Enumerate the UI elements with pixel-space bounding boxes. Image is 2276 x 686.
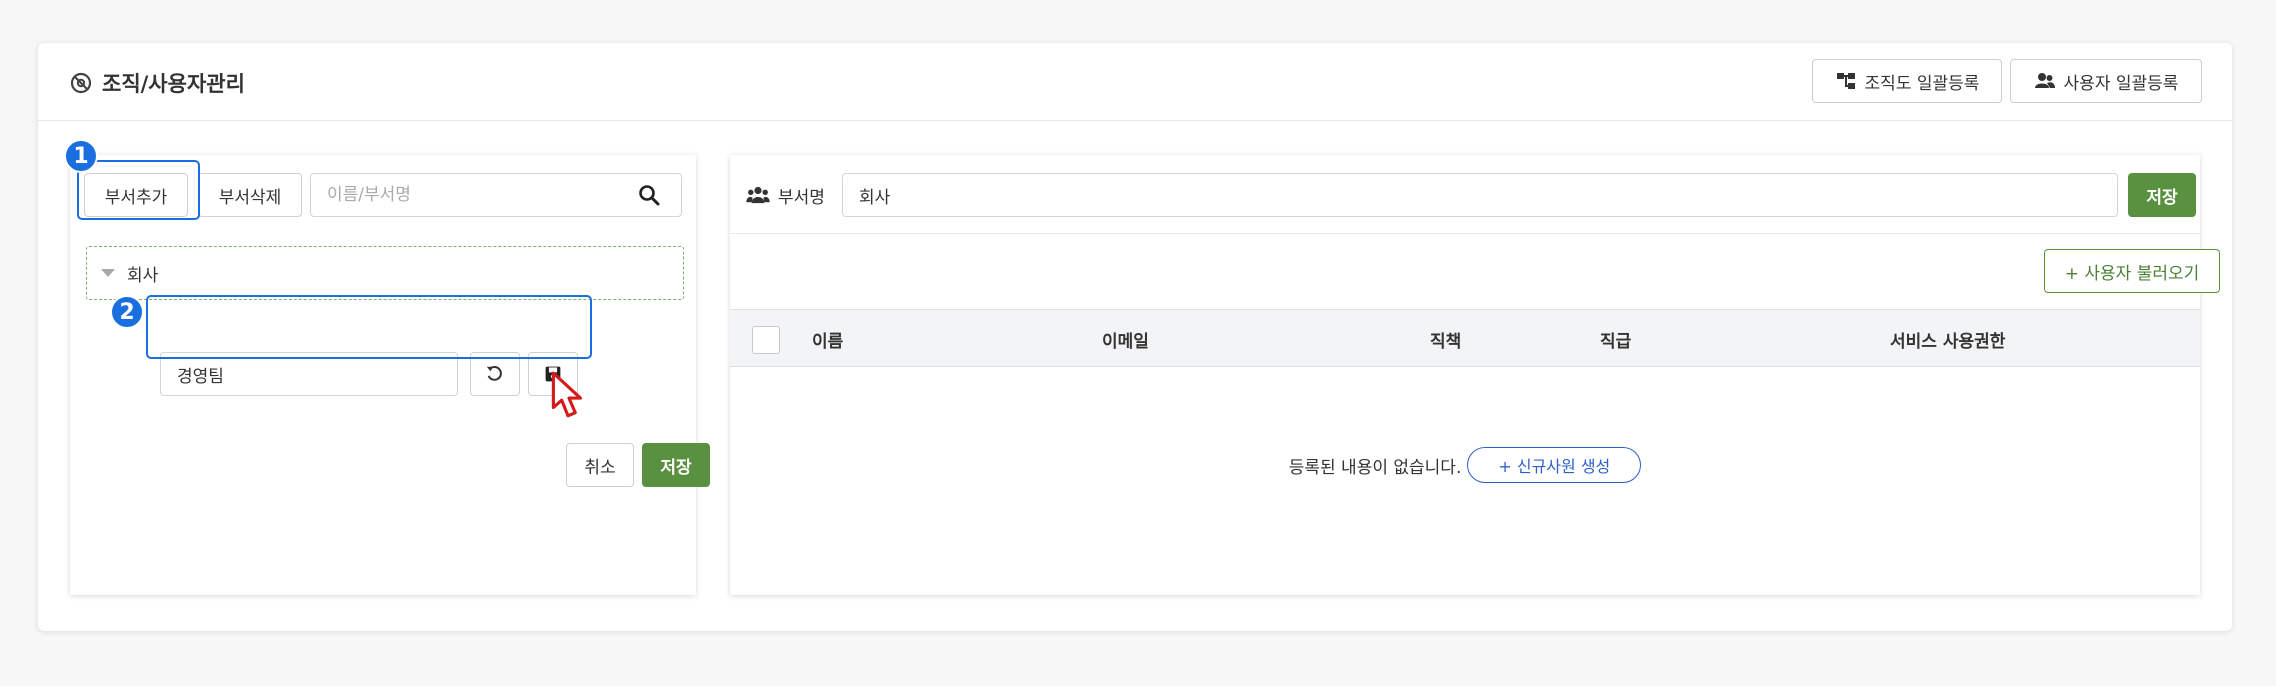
reset-button[interactable] — [470, 352, 520, 396]
callout-badge-2: 2 — [110, 295, 144, 329]
user-bulk-register-label: 사용자 일괄등록 — [2063, 73, 2179, 94]
load-users-label: + 사용자 불러오기 — [2064, 263, 2200, 284]
users-icon — [2034, 73, 2055, 88]
column-rank[interactable]: 직급 — [1600, 310, 1631, 368]
add-department-label: 부서추가 — [104, 187, 168, 208]
new-employee-button[interactable]: + 신규사원 생성 — [1467, 447, 1642, 483]
save-button[interactable]: 저장 — [642, 443, 710, 487]
department-save-button[interactable]: 저장 — [2128, 173, 2196, 217]
delete-department-button[interactable]: 부서삭제 — [198, 173, 302, 217]
user-bulk-register-button[interactable]: 사용자 일괄등록 — [2010, 59, 2202, 103]
empty-message: 등록된 내용이 없습니다. — [1288, 457, 1462, 478]
empty-state: 등록된 내용이 없습니다. + 신규사원 생성 — [730, 445, 2200, 485]
new-employee-label: + 신규사원 생성 — [1498, 457, 1611, 476]
org-chart-icon — [1836, 73, 1855, 89]
add-department-button[interactable]: 부서추가 — [84, 173, 188, 217]
page-title: 조직/사용자관리 — [68, 67, 245, 99]
undo-icon — [486, 366, 502, 381]
caret-down-icon[interactable] — [101, 269, 115, 277]
department-save-label: 저장 — [2146, 187, 2178, 208]
cursor-pointer-icon — [551, 371, 582, 418]
delete-department-label: 부서삭제 — [218, 187, 282, 208]
department-name-label-text: 부서명 — [778, 187, 825, 208]
department-name-input[interactable] — [842, 173, 2118, 217]
department-tree-panel: 부서추가 부서삭제 회사 — [70, 155, 710, 595]
save-label: 저장 — [660, 457, 692, 478]
column-email[interactable]: 이메일 — [1102, 310, 1149, 368]
group-icon — [746, 186, 770, 204]
cancel-button[interactable]: 취소 — [566, 443, 634, 487]
callout-badge-1: 1 — [64, 139, 98, 173]
search-input[interactable] — [310, 173, 682, 217]
org-bulk-register-button[interactable]: 조직도 일괄등록 — [1812, 59, 2002, 103]
page-title-text: 조직/사용자관리 — [102, 72, 245, 96]
column-service-permission[interactable]: 서비스 사용권한 — [1890, 310, 2005, 368]
column-position[interactable]: 직책 — [1430, 310, 1461, 368]
load-users-button[interactable]: + 사용자 불러오기 — [2044, 249, 2220, 293]
search-icon[interactable] — [638, 184, 660, 206]
department-detail-panel: 부서명 저장 + 사용자 불러오기 이름 이메일 직책 직급 서비스 사용권한 … — [730, 155, 2220, 595]
cancel-label: 취소 — [584, 457, 616, 478]
callout-number-1: 1 — [73, 143, 89, 169]
org-settings-icon — [70, 72, 92, 94]
select-all-checkbox[interactable] — [752, 326, 780, 354]
user-table-header: 이름 이메일 직책 직급 서비스 사용권한 — [730, 309, 2200, 367]
callout-number-2: 2 — [119, 299, 135, 325]
main-card: 조직/사용자관리 조직도 일괄등록 사용자 일괄등록 부서추가 부서삭제 이름/… — [38, 43, 2232, 631]
new-department-name-input[interactable] — [160, 352, 458, 396]
org-bulk-register-label: 조직도 일괄등록 — [1864, 73, 1980, 94]
divider — [730, 233, 2200, 234]
column-name[interactable]: 이름 — [812, 310, 843, 368]
card-header: 조직/사용자관리 조직도 일괄등록 사용자 일괄등록 — [38, 43, 2232, 121]
tree-root-label: 회사 — [127, 265, 159, 286]
tree-root-node[interactable]: 회사 — [86, 246, 684, 300]
department-name-label: 부서명 — [746, 173, 825, 217]
